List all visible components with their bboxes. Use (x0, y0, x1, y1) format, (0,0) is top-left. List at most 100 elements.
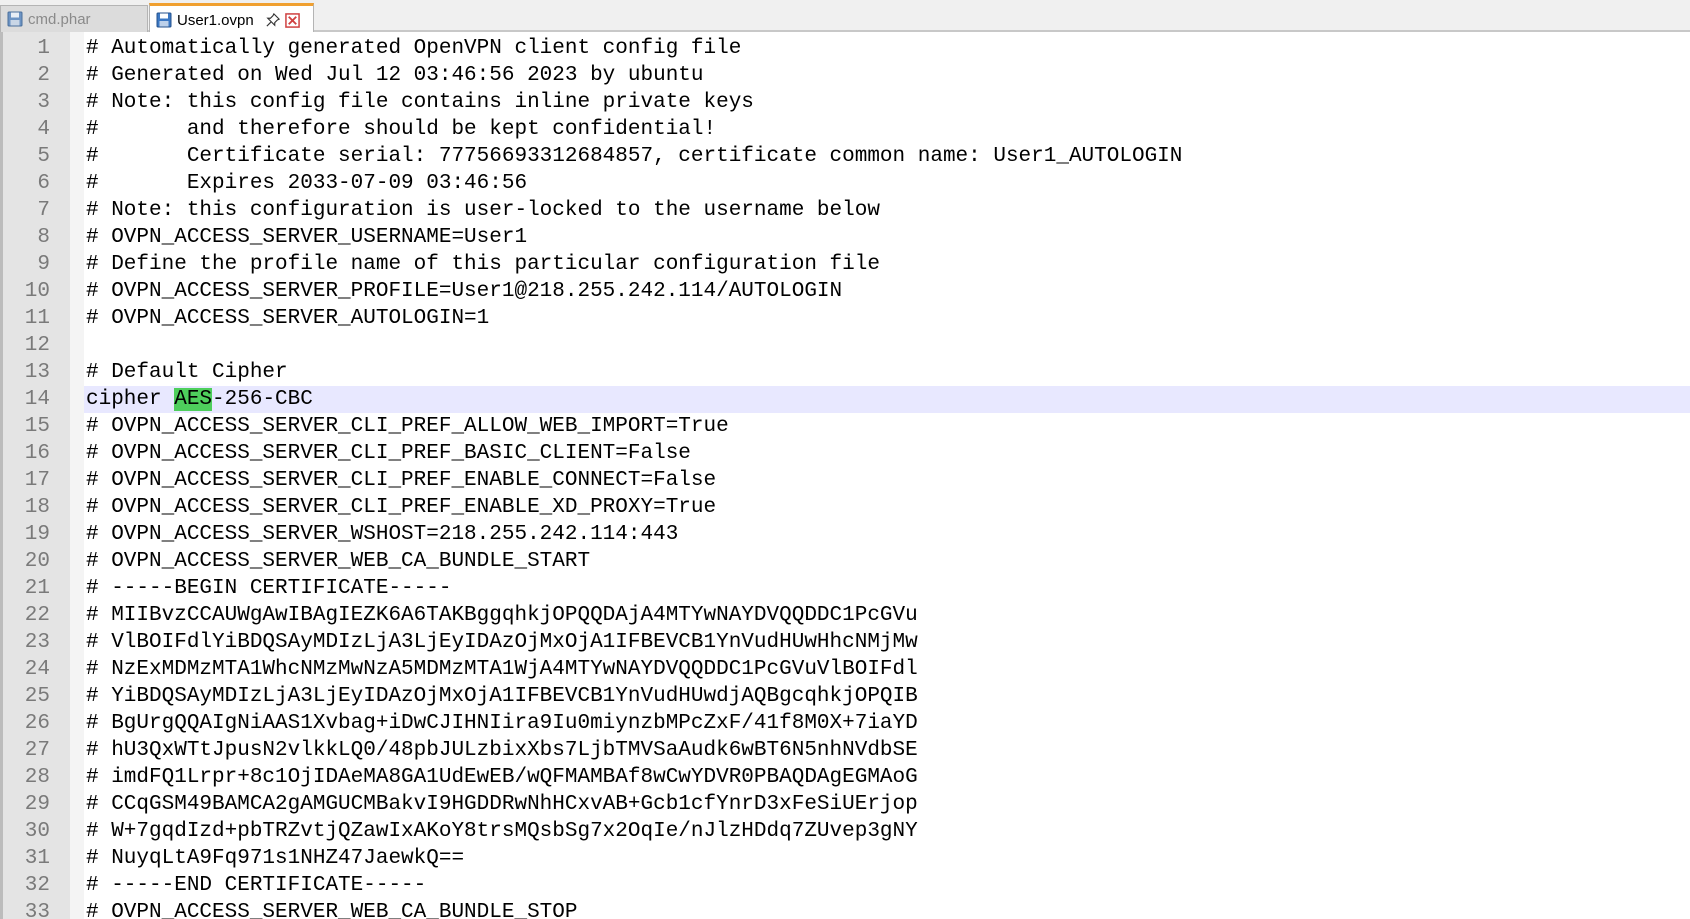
line-number: 4 (37, 118, 50, 141)
editor-line[interactable]: 30 # W+7gqdIzd+pbTRZvtjQZawIxAKoY8trsMQsb… (0, 818, 1690, 845)
editor-line[interactable]: 4 # and therefore should be kept confiden… (0, 116, 1690, 143)
line-number: 20 (24, 550, 50, 573)
line-text: # CCqGSM49BAMCA2gAMGUCMBakvI9HGDDRwNhHCx… (86, 793, 918, 816)
line-text: # W+7gqdIzd+pbTRZvtjQZawIxAKoY8trsMQsbSg… (86, 820, 918, 843)
line-text: # OVPN_ACCESS_SERVER_PROFILE=User1@218.2… (86, 280, 843, 303)
line-text: # OVPN_ACCESS_SERVER_USERNAME=User1 (86, 226, 528, 249)
line-number: 15 (24, 415, 50, 438)
line-number: 23 (24, 631, 50, 654)
tab-user1-ovpn[interactable]: User1.ovpn (149, 3, 314, 34)
editor-line[interactable]: 21 # -----BEGIN CERTIFICATE----- (0, 575, 1690, 602)
line-text: cipher AES-256-CBC (86, 386, 313, 413)
editor-line[interactable]: 23 # VlBOIFdlYiBDQSAyMDIzLjA3LjEyIDAzOjMx… (0, 629, 1690, 656)
line-text: # Generated on Wed Jul 12 03:46:56 2023 … (86, 64, 704, 87)
line-text: # OVPN_ACCESS_SERVER_WEB_CA_BUNDLE_STOP (86, 901, 578, 919)
line-number: 2 (37, 64, 50, 87)
line-text-after-match: -256-CBC (212, 388, 313, 411)
line-number: 13 (24, 361, 50, 384)
line-text: # OVPN_ACCESS_SERVER_WSHOST=218.255.242.… (86, 523, 679, 546)
line-number: 3 (37, 91, 50, 114)
editor-line[interactable]: 32 # -----END CERTIFICATE----- (0, 872, 1690, 899)
tab-bar: cmd.phar User1.ovpn (0, 0, 1690, 34)
editor-line[interactable]: 18 # OVPN_ACCESS_SERVER_CLI_PREF_ENABLE_X… (0, 494, 1690, 521)
editor-line[interactable]: 3 # Note: this config file contains inlin… (0, 89, 1690, 116)
editor-line[interactable]: 5 # Certificate serial: 77756693312684857… (0, 143, 1690, 170)
line-text: # Expires 2033-07-09 03:46:56 (86, 172, 528, 195)
line-number: 1 (37, 37, 50, 60)
line-text: # OVPN_ACCESS_SERVER_CLI_PREF_BASIC_CLIE… (86, 442, 691, 465)
editor-line[interactable]: 22 # MIIBvzCCAUWgAwIBAgIEZK6A6TAKBggqhkjO… (0, 602, 1690, 629)
editor-line[interactable]: 24 # NzExMDMzMTA1WhcNMzMwNzA5MDMzMTA1WjA4… (0, 656, 1690, 683)
editor-line[interactable]: 14 cipher AES-256-CBC (0, 386, 1690, 413)
line-number: 28 (24, 766, 50, 789)
line-text: # Note: this configuration is user-locke… (86, 199, 880, 222)
line-number: 33 (24, 901, 50, 919)
editor-lines: 1 # Automatically generated OpenVPN clien… (0, 35, 1690, 919)
editor-line[interactable]: 8 # OVPN_ACCESS_SERVER_USERNAME=User1 (0, 224, 1690, 251)
line-text: # Define the profile name of this partic… (86, 253, 880, 276)
line-text: # VlBOIFdlYiBDQSAyMDIzLjA3LjEyIDAzOjMxOj… (86, 631, 918, 654)
save-disk-icon (7, 11, 23, 27)
editor-line[interactable]: 9 # Define the profile name of this parti… (0, 251, 1690, 278)
line-text: # Certificate serial: 77756693312684857,… (86, 145, 1183, 168)
line-number: 7 (37, 199, 50, 222)
line-text: # imdFQ1Lrpr+8c1OjIDAeMA8GA1UdEwEB/wQFMA… (86, 766, 918, 789)
line-text: # OVPN_ACCESS_SERVER_WEB_CA_BUNDLE_START (86, 550, 591, 573)
line-number: 17 (24, 469, 50, 492)
line-text: # MIIBvzCCAUWgAwIBAgIEZK6A6TAKBggqhkjOPQ… (86, 604, 918, 627)
editor-line[interactable]: 28 # imdFQ1Lrpr+8c1OjIDAeMA8GA1UdEwEB/wQF… (0, 764, 1690, 791)
line-number: 30 (24, 820, 50, 843)
line-text: # OVPN_ACCESS_SERVER_AUTOLOGIN=1 (86, 307, 490, 330)
line-text: # YiBDQSAyMDIzLjA3LjEyIDAzOjMxOjA1IFBEVC… (86, 685, 918, 708)
editor-line[interactable]: 2 # Generated on Wed Jul 12 03:46:56 2023… (0, 62, 1690, 89)
line-text: # Default Cipher (86, 361, 288, 384)
tab-cmd-phar[interactable]: cmd.phar (0, 5, 148, 32)
editor-line[interactable]: 25 # YiBDQSAyMDIzLjA3LjEyIDAzOjMxOjA1IFBE… (0, 683, 1690, 710)
line-number: 10 (24, 280, 50, 303)
line-number: 6 (37, 172, 50, 195)
close-icon[interactable] (284, 12, 300, 28)
search-match-highlight: AES (174, 388, 213, 411)
line-number: 25 (24, 685, 50, 708)
code-editor[interactable]: 1 # Automatically generated OpenVPN clien… (0, 32, 1690, 919)
editor-line[interactable]: 31 # NuyqLtA9Fq971s1NHZ47JaewkQ== (0, 845, 1690, 872)
editor-line[interactable]: 12 (0, 332, 1690, 359)
line-text: # and therefore should be kept confident… (86, 118, 717, 141)
line-text: # OVPN_ACCESS_SERVER_CLI_PREF_ENABLE_CON… (86, 469, 717, 492)
current-line-highlight (84, 386, 1690, 413)
line-text: # -----END CERTIFICATE----- (86, 874, 427, 897)
editor-line[interactable]: 13 # Default Cipher (0, 359, 1690, 386)
editor-line[interactable]: 6 # Expires 2033-07-09 03:46:56 (0, 170, 1690, 197)
line-number: 22 (24, 604, 50, 627)
editor-line[interactable]: 19 # OVPN_ACCESS_SERVER_WSHOST=218.255.24… (0, 521, 1690, 548)
line-text: # NzExMDMzMTA1WhcNMzMwNzA5MDMzMTA1WjA4MT… (86, 658, 918, 681)
editor-line[interactable]: 15 # OVPN_ACCESS_SERVER_CLI_PREF_ALLOW_WE… (0, 413, 1690, 440)
line-number: 29 (24, 793, 50, 816)
editor-line[interactable]: 7 # Note: this configuration is user-lock… (0, 197, 1690, 224)
editor-line[interactable]: 20 # OVPN_ACCESS_SERVER_WEB_CA_BUNDLE_STA… (0, 548, 1690, 575)
pin-icon[interactable] (266, 13, 280, 27)
editor-line[interactable]: 27 # hU3QxWTtJpusN2vlkkLQ0/48pbJULzbixXbs… (0, 737, 1690, 764)
editor-line[interactable]: 10 # OVPN_ACCESS_SERVER_PROFILE=User1@218… (0, 278, 1690, 305)
editor-line[interactable]: 17 # OVPN_ACCESS_SERVER_CLI_PREF_ENABLE_C… (0, 467, 1690, 494)
line-number: 32 (24, 874, 50, 897)
line-number: 5 (37, 145, 50, 168)
line-text: # Note: this config file contains inline… (86, 91, 754, 114)
line-text: # NuyqLtA9Fq971s1NHZ47JaewkQ== (86, 847, 465, 870)
editor-line[interactable]: 1 # Automatically generated OpenVPN clien… (0, 35, 1690, 62)
line-number: 18 (24, 496, 50, 519)
tab-label: cmd.phar (28, 10, 91, 28)
line-number: 19 (24, 523, 50, 546)
editor-line[interactable]: 11 # OVPN_ACCESS_SERVER_AUTOLOGIN=1 (0, 305, 1690, 332)
line-number: 27 (24, 739, 50, 762)
editor-line[interactable]: 33 # OVPN_ACCESS_SERVER_WEB_CA_BUNDLE_STO… (0, 899, 1690, 919)
line-number: 12 (24, 334, 50, 357)
line-number: 9 (37, 253, 50, 276)
save-disk-icon (156, 12, 172, 28)
editor-line[interactable]: 26 # BgUrgQQAIgNiAAS1Xvbag+iDwCJIHNIira9I… (0, 710, 1690, 737)
line-text: # OVPN_ACCESS_SERVER_CLI_PREF_ENABLE_XD_… (86, 496, 717, 519)
editor-line[interactable]: 16 # OVPN_ACCESS_SERVER_CLI_PREF_BASIC_CL… (0, 440, 1690, 467)
line-text: # hU3QxWTtJpusN2vlkkLQ0/48pbJULzbixXbs7L… (86, 739, 918, 762)
editor-line[interactable]: 29 # CCqGSM49BAMCA2gAMGUCMBakvI9HGDDRwNhH… (0, 791, 1690, 818)
line-text-before-match: cipher (86, 388, 175, 411)
